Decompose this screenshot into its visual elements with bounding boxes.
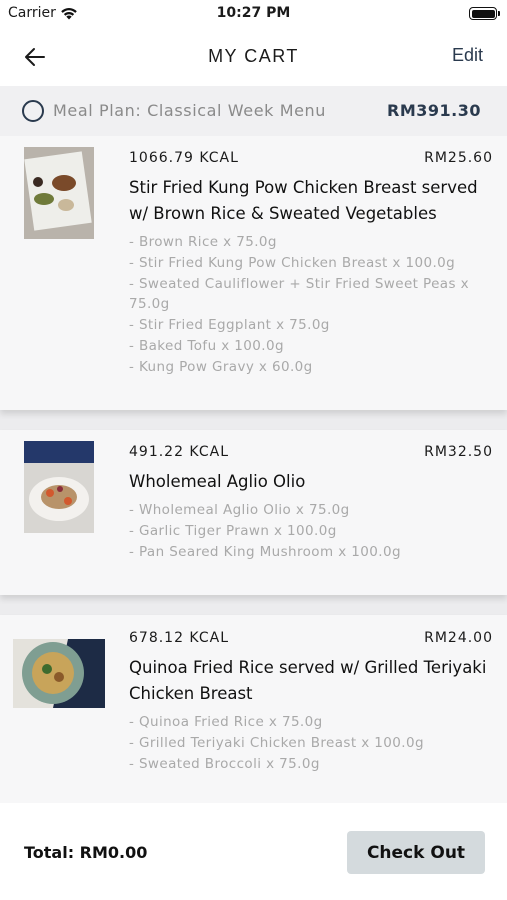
ingredient-item: - Stir Fried Kung Pow Chicken Breast x 1… [129, 254, 456, 271]
page-title: MY CART [208, 46, 299, 66]
ingredient-list: - Quinoa Fried Rice x 75.0g - Grilled Te… [129, 712, 489, 774]
total-amount: Total: RM0.00 [24, 843, 148, 862]
ingredient-item: - Garlic Tiger Prawn x 100.0g [129, 522, 337, 539]
item-dish-name: Quinoa Fried Rice served w/ Grilled Teri… [129, 658, 487, 703]
item-kcal: 678.12 KCAL [129, 630, 230, 646]
item-price: RM32.50 [424, 444, 493, 460]
ingredient-item: - Kung Pow Gravy x 60.0g [129, 358, 313, 375]
item-kcal: 1066.79 KCAL [129, 150, 239, 166]
item-price: RM25.60 [424, 150, 493, 166]
item-dish-name: Wholemeal Aglio Olio [129, 472, 306, 491]
meal-photo [13, 639, 105, 708]
ingredient-item: - Stir Fried Eggplant x 75.0g [129, 317, 330, 334]
battery-icon [469, 7, 500, 20]
cart-item[interactable]: 678.12 KCAL RM24.00 Quinoa Fried Rice se… [0, 615, 507, 803]
ingredient-list: - Brown Rice x 75.0g - Stir Fried Kung P… [129, 232, 489, 378]
ingredient-item: - Pan Seared King Mushroom x 100.0g [129, 543, 401, 560]
ingredient-item: - Sweated Broccoli x 75.0g [129, 755, 320, 772]
nav-header: MY CART Edit [0, 28, 507, 86]
meal-plan-price: RM391.30 [387, 101, 481, 120]
meal-photo [24, 441, 94, 533]
cart-item[interactable]: 491.22 KCAL RM32.50 Wholemeal Aglio Olio… [0, 430, 507, 595]
checkout-button[interactable]: Check Out [347, 831, 485, 874]
ingredient-item: - Brown Rice x 75.0g [129, 234, 277, 250]
cart-item[interactable]: 1066.79 KCAL RM25.60 Stir Fried Kung Pow… [0, 136, 507, 410]
meal-plan-name: Meal Plan: Classical Week Menu [53, 101, 327, 120]
ingredient-item: - Wholemeal Aglio Olio x 75.0g [129, 502, 350, 518]
ingredient-item: - Quinoa Fried Rice x 75.0g [129, 714, 323, 730]
meal-plan-radio[interactable] [22, 100, 44, 122]
item-price: RM24.00 [424, 630, 493, 646]
ingredient-item: - Baked Tofu x 100.0g [129, 337, 284, 354]
item-dish-name: Stir Fried Kung Pow Chicken Breast serve… [129, 178, 478, 223]
meal-plan-row: Meal Plan: Classical Week Menu RM391.30 [0, 86, 507, 136]
edit-button[interactable]: Edit [452, 45, 483, 66]
ingredient-item: - Sweated Cauliflower + Stir Fried Sweet… [129, 275, 469, 313]
cart-item-list[interactable]: 1066.79 KCAL RM25.60 Stir Fried Kung Pow… [0, 136, 507, 803]
item-kcal: 491.22 KCAL [129, 444, 230, 460]
status-bar: Carrier 10:27 PM [0, 0, 507, 28]
cart-footer: Total: RM0.00 Check Out [0, 803, 507, 900]
meal-photo [24, 147, 94, 239]
ingredient-item: - Grilled Teriyaki Chicken Breast x 100.… [129, 734, 424, 751]
clock: 10:27 PM [216, 5, 291, 21]
ingredient-list: - Wholemeal Aglio Olio x 75.0g - Garlic … [129, 500, 489, 562]
